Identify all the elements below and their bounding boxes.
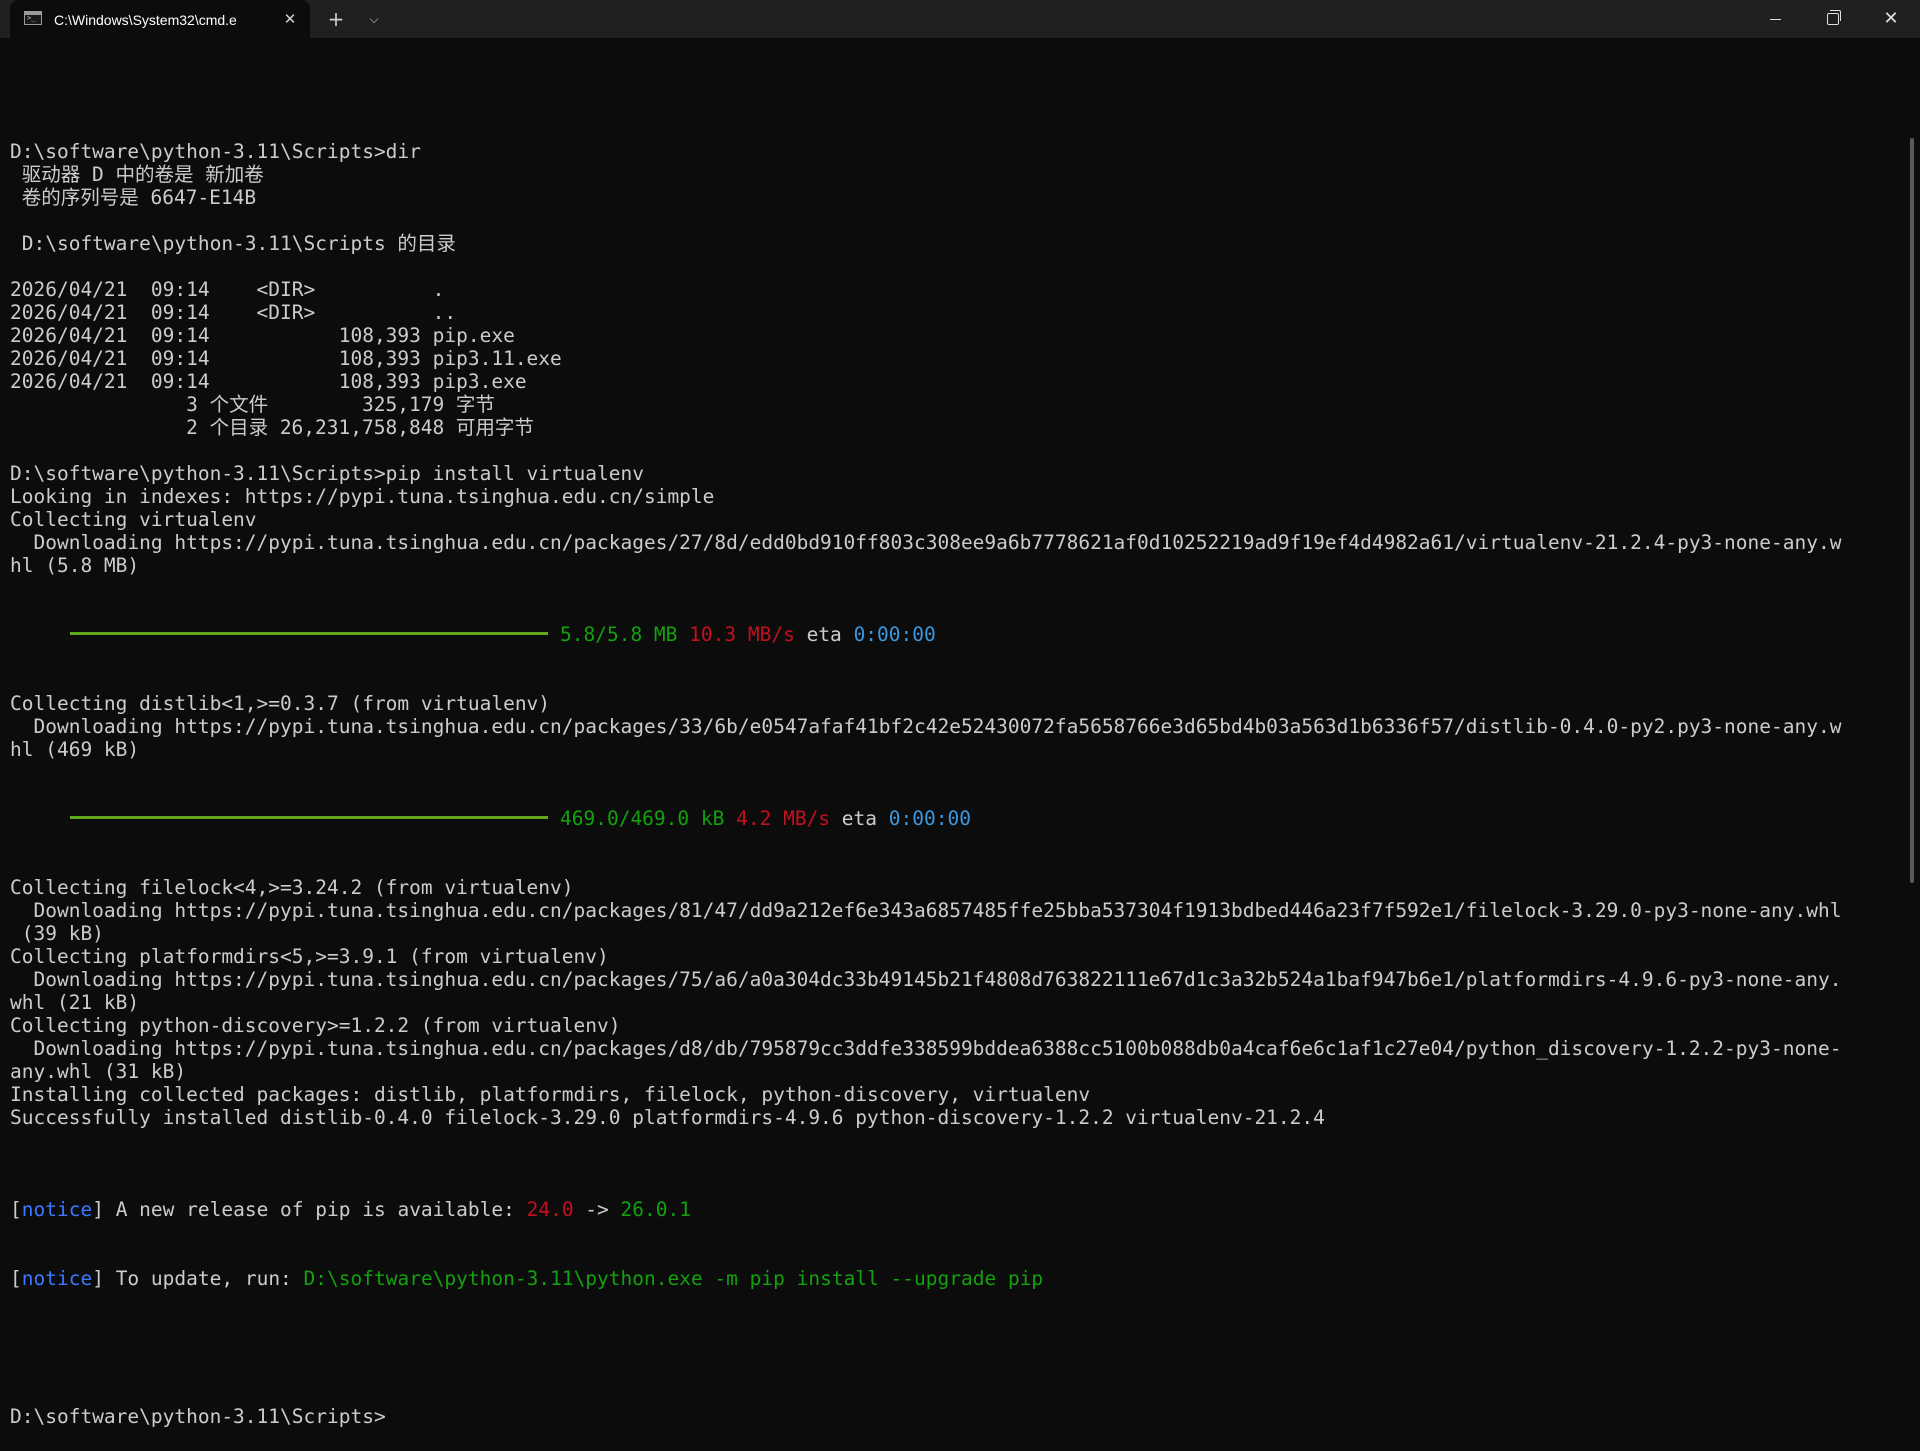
maximize-button[interactable] [1804,0,1862,38]
progress-line: 5.8/5.8 MB 10.3 MB/s eta 0:00:00 [10,623,1905,646]
eta-value: 0:00:00 [888,807,971,830]
restore-icon [1827,10,1841,25]
terminal-line: Successfully installed distlib-0.4.0 fil… [10,1106,1325,1129]
terminal-output[interactable]: D:\software\python-3.11\Scripts>dir 驱动器 … [10,71,1905,1451]
terminal-line: Downloading https://pypi.tuna.tsinghua.e… [10,715,1842,738]
terminal-line: 2026/04/21 09:14 <DIR> . [10,278,445,301]
terminal-line: Collecting filelock<4,>=3.24.2 (from vir… [10,876,574,899]
tab-title: C:\Windows\System32\cmd.e [54,12,237,28]
progress-speed: 4.2 MB/s [736,807,831,830]
close-tab-icon[interactable]: ✕ [280,9,300,29]
arrow: -> [573,1198,621,1221]
terminal-line: Collecting python-discovery>=1.2.2 (from… [10,1014,621,1037]
notice-line: [notice] A new release of pip is availab… [10,1198,1905,1221]
notice-text: To update, run: [103,1267,304,1290]
notice-tag: notice [21,1198,93,1221]
terminal-line: Collecting virtualenv [10,508,257,531]
minimize-button[interactable] [1746,0,1804,38]
terminal-line: 2 个目录 26,231,758,848 可用字节 [10,416,534,439]
tab-cmd[interactable]: C:\Windows\System32\cmd.e ✕ [10,0,310,38]
upgrade-command: D:\software\python-3.11\python.exe -m pi… [303,1267,1044,1290]
terminal-line: 2026/04/21 09:14 108,393 pip3.exe [10,370,527,393]
eta-value: 0:00:00 [853,623,936,646]
command-prompt[interactable]: D:\software\python-3.11\Scripts> [10,1405,1905,1428]
progress-speed: 10.3 MB/s [689,623,795,646]
notice-tag: notice [21,1267,93,1290]
terminal-line: any.whl (31 kB) [10,1060,187,1083]
notice-text: A new release of pip is available: [103,1198,527,1221]
terminal-line: Downloading https://pypi.tuna.tsinghua.e… [10,899,1842,922]
terminal-line: 2026/04/21 09:14 108,393 pip3.11.exe [10,347,562,370]
progress-size: 469.0/469.0 kB [560,807,725,830]
minimize-icon [1769,19,1781,20]
terminal-line: D:\software\python-3.11\Scripts>pip inst… [10,462,644,485]
terminal-line: (39 kB) [10,922,104,945]
terminal-line: Collecting platformdirs<5,>=3.9.1 (from … [10,945,609,968]
terminal-line: Downloading https://pypi.tuna.tsinghua.e… [10,968,1842,991]
bracket: ] [92,1267,104,1290]
terminal-line: Downloading https://pypi.tuna.tsinghua.e… [10,531,1842,554]
terminal-line: Installing collected packages: distlib, … [10,1083,1091,1106]
terminal-line: hl (5.8 MB) [10,554,140,577]
eta-label: eta [806,623,842,646]
terminal-line: D:\software\python-3.11\Scripts 的目录 [10,232,456,255]
terminal-line: D:\software\python-3.11\Scripts>dir [10,140,421,163]
progress-size: 5.8/5.8 MB [560,623,678,646]
new-version: 26.0.1 [620,1198,691,1221]
scrollbar[interactable] [1910,138,1914,883]
terminal-line: 2026/04/21 09:14 108,393 pip.exe [10,324,515,347]
bracket: [ [10,1267,22,1290]
terminal-icon [24,11,42,25]
title-bar: C:\Windows\System32\cmd.e ✕ + ⌵ ✕ [0,0,1920,38]
terminal-line: Looking in indexes: https://pypi.tuna.ts… [10,485,715,508]
chevron-down-icon[interactable]: ⌵ [362,7,386,31]
progress-bar [70,632,548,635]
bracket: ] [92,1198,104,1221]
terminal-line: 2026/04/21 09:14 <DIR> .. [10,301,457,324]
bracket: [ [10,1198,22,1221]
terminal-line: Downloading https://pypi.tuna.tsinghua.e… [10,1037,1842,1060]
terminal-line: 驱动器 D 中的卷是 新加卷 [10,163,264,186]
terminal-line: 3 个文件 325,179 字节 [10,393,495,416]
eta-label: eta [841,807,878,830]
new-tab-button[interactable]: + [324,7,348,31]
terminal-line: 卷的序列号是 6647-E14B [10,186,257,209]
old-version: 24.0 [526,1198,574,1221]
progress-bar [70,816,548,819]
progress-line: 469.0/469.0 kB 4.2 MB/s eta 0:00:00 [10,807,1905,830]
terminal-line: whl (21 kB) [10,991,140,1014]
close-window-button[interactable]: ✕ [1862,0,1920,38]
terminal-line: hl (469 kB) [10,738,140,761]
notice-line: [notice] To update, run: D:\software\pyt… [10,1267,1905,1290]
terminal-line: Collecting distlib<1,>=0.3.7 (from virtu… [10,692,551,715]
